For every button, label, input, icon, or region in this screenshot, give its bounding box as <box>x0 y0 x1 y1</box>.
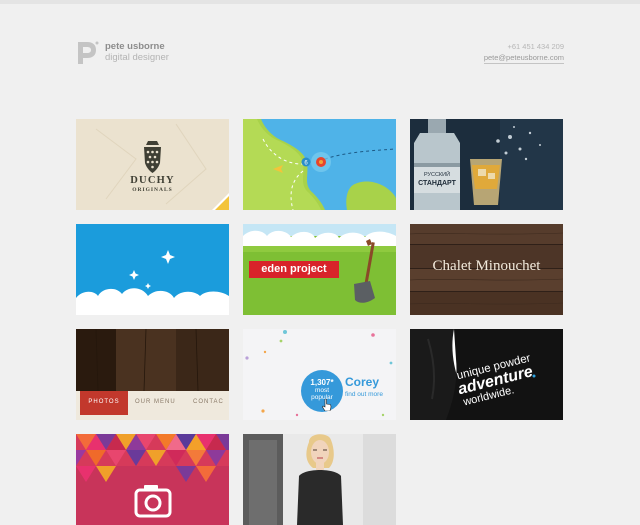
crest-icon <box>76 119 229 210</box>
portfolio-tile-corey[interactable]: 1,307* most popular Corey find out more <box>243 329 396 420</box>
p-monogram-icon[interactable] <box>76 40 100 66</box>
phone-number: +61 451 434 209 <box>507 42 564 51</box>
chalet-label: Chalet Minouchet <box>432 258 541 274</box>
duchy-title: DUCHY <box>130 175 175 186</box>
portfolio-tile-duchy[interactable]: DUCHY ORIGINALS <box>76 119 229 210</box>
popularity-count: 1,307* <box>310 378 334 387</box>
email-link[interactable]: pete@peteusborne.com <box>483 53 564 64</box>
portfolio-tile-map[interactable]: 6 <box>243 119 396 210</box>
hand-cursor-icon <box>322 399 332 411</box>
site-owner-role: digital designer <box>105 52 169 63</box>
popularity-most: most <box>314 387 330 394</box>
eden-label: eden project <box>261 263 327 275</box>
menu-item-photos: PHOTOS <box>88 399 120 405</box>
sparkle-icon <box>76 224 229 315</box>
bottle-label-1: РУССКИЙ <box>424 170 450 178</box>
bottle-label-2: СТАНДАРТ <box>418 180 456 187</box>
portfolio-tile-hoodie[interactable]: unique powder adventure worldwide. <box>410 329 563 420</box>
map-illustration: 6 <box>243 119 396 210</box>
eden-logo-box: eden project <box>249 261 339 278</box>
portfolio-tile-eden[interactable]: eden project <box>243 224 396 315</box>
portfolio-tile-vodka[interactable]: РУССКИЙ СТАНДАРТ <box>410 119 563 210</box>
portfolio-tile-chalet[interactable]: Chalet Minouchet <box>410 224 563 315</box>
camera-icon <box>136 485 170 516</box>
corey-name: Corey <box>345 375 380 389</box>
hoodie-illustration: unique powder adventure worldwide. <box>410 329 563 420</box>
vodka-illustration: РУССКИЙ СТАНДАРТ <box>410 119 563 210</box>
portfolio-tile-wood-menu[interactable]: PHOTOS OUR MENU CONTAC <box>76 329 229 420</box>
duchy-subtitle: ORIGINALS <box>132 187 173 193</box>
portfolio-tile-sky[interactable] <box>76 224 229 315</box>
find-out-more-link: find out more <box>345 391 383 398</box>
menu-item-our-menu: OUR MENU <box>135 399 176 405</box>
menu-item-contact: CONTAC <box>193 399 224 405</box>
top-strip <box>0 0 640 4</box>
site-owner-name[interactable]: pete usborne <box>105 41 165 52</box>
